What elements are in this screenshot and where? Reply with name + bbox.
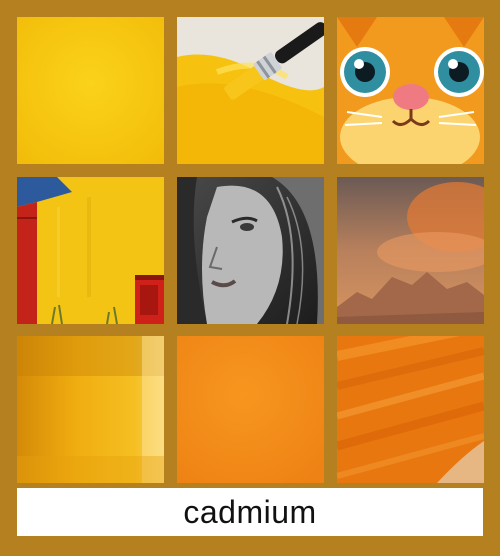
caption-label: cadmium bbox=[17, 488, 483, 536]
tile-yellow-wall-red-barn[interactable] bbox=[17, 177, 164, 324]
tile-orange-brushstroke-texture[interactable] bbox=[337, 336, 484, 483]
brushstroke-texture-image bbox=[337, 336, 484, 483]
tile-monochrome-woman-portrait[interactable] bbox=[177, 177, 324, 324]
tile-orange-desert-sky[interactable] bbox=[337, 177, 484, 324]
orange-swatch-image bbox=[177, 336, 324, 483]
amber-gradient-image bbox=[17, 336, 164, 483]
tile-plain-yellow-swatch[interactable] bbox=[17, 17, 164, 164]
woman-portrait-image bbox=[177, 177, 324, 324]
cat-face-image bbox=[337, 17, 484, 164]
tile-orange-swatch[interactable] bbox=[177, 336, 324, 483]
image-grid bbox=[0, 0, 500, 556]
tile-cartoon-cat-face[interactable] bbox=[337, 17, 484, 164]
desert-sky-image bbox=[337, 177, 484, 324]
tile-paintbrush-yellow-paint[interactable] bbox=[177, 17, 324, 164]
paintbrush-image bbox=[177, 17, 324, 164]
plain-yellow-swatch-image bbox=[17, 17, 164, 164]
barn-painting-image bbox=[17, 177, 164, 324]
image-grid-frame: cadmium bbox=[0, 0, 500, 556]
tile-amber-gradient-swatch[interactable] bbox=[17, 336, 164, 483]
